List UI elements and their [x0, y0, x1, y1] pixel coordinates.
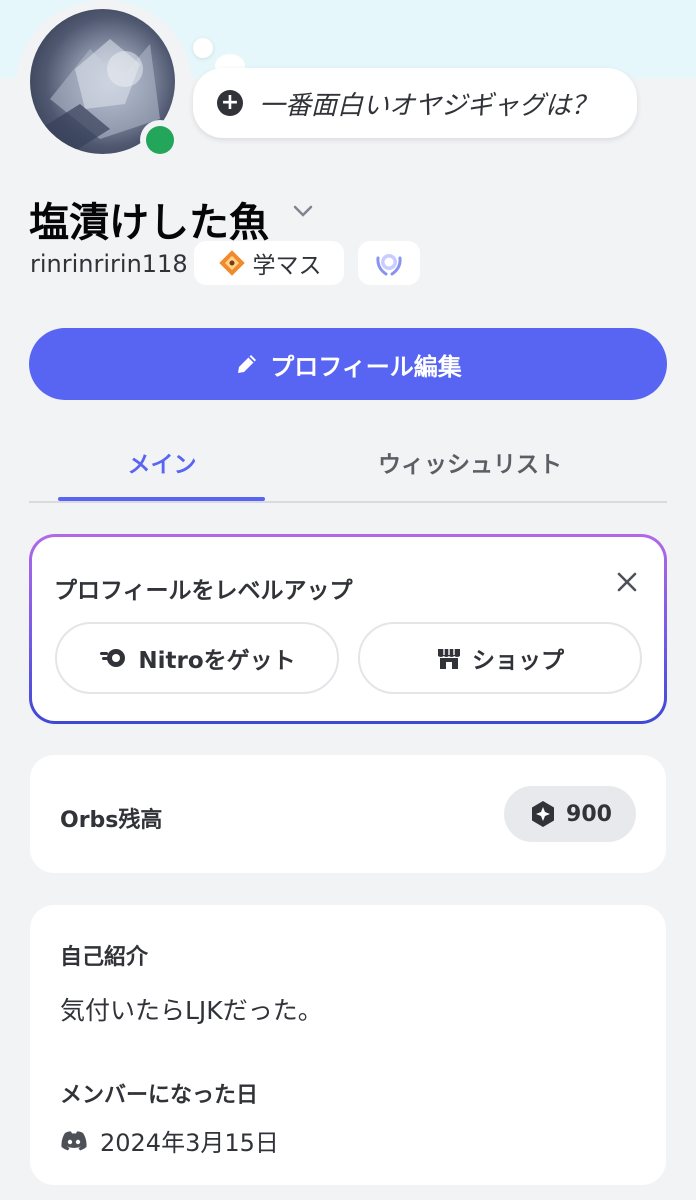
bio-heading: 自己紹介	[60, 945, 149, 970]
tab-divider	[29, 501, 667, 503]
online-status-indicator	[146, 126, 174, 154]
bubble-tail-small	[193, 38, 213, 58]
close-icon[interactable]	[612, 567, 642, 597]
orbs-balance-card: Orbs残高 900	[30, 755, 666, 873]
tag-icon	[218, 250, 245, 276]
display-name: 塩漬けした魚	[29, 200, 269, 246]
server-tag-label: 学マス	[252, 253, 322, 279]
badge[interactable]	[358, 241, 420, 285]
about-card: 自己紹介 気付いたらLJKだった。 メンバーになった日 2024年3月15日	[30, 905, 666, 1185]
orbs-balance-pill[interactable]: 900	[504, 786, 636, 842]
shop-label: ショップ	[472, 648, 564, 674]
pencil-icon	[238, 355, 257, 373]
discord-icon	[61, 1130, 87, 1150]
server-tag-badge[interactable]: 学マス	[194, 241, 344, 285]
username: rinrinririn118	[30, 250, 188, 278]
status-prompt-text: 一番面白いオヤジギャグは？	[259, 90, 598, 121]
level-up-title: プロフィールをレベルアップ	[54, 578, 353, 604]
shop-button[interactable]: ショップ	[358, 622, 642, 694]
shop-icon	[438, 649, 460, 669]
orb-icon	[532, 801, 555, 827]
nitro-icon	[100, 649, 126, 667]
chevron-down-icon[interactable]	[291, 203, 315, 219]
member-since-heading: メンバーになった日	[60, 1083, 259, 1108]
edit-profile-button[interactable]: プロフィール編集	[29, 328, 667, 400]
bio-text: 気付いたらLJKだった。	[60, 996, 323, 1025]
plus-icon: +	[217, 90, 243, 116]
tab-main[interactable]: メイン	[59, 445, 265, 479]
member-since-date: 2024年3月15日	[100, 1129, 279, 1157]
edit-profile-label: プロフィール編集	[270, 352, 462, 381]
get-nitro-label: Nitroをゲット	[138, 648, 296, 674]
get-nitro-button[interactable]: Nitroをゲット	[55, 622, 339, 694]
laurel-badge-icon	[376, 254, 402, 276]
orbs-balance-value: 900	[566, 801, 612, 827]
level-up-card: プロフィールをレベルアップ Nitroをゲット ショップ	[29, 534, 667, 724]
orbs-balance-label: Orbs残高	[60, 808, 163, 833]
member-since-row: 2024年3月15日	[60, 1123, 279, 1158]
status-bubble[interactable]: + 一番面白いオヤジギャグは？	[193, 68, 637, 138]
tab-wishlist[interactable]: ウィッシュリスト	[310, 445, 630, 479]
